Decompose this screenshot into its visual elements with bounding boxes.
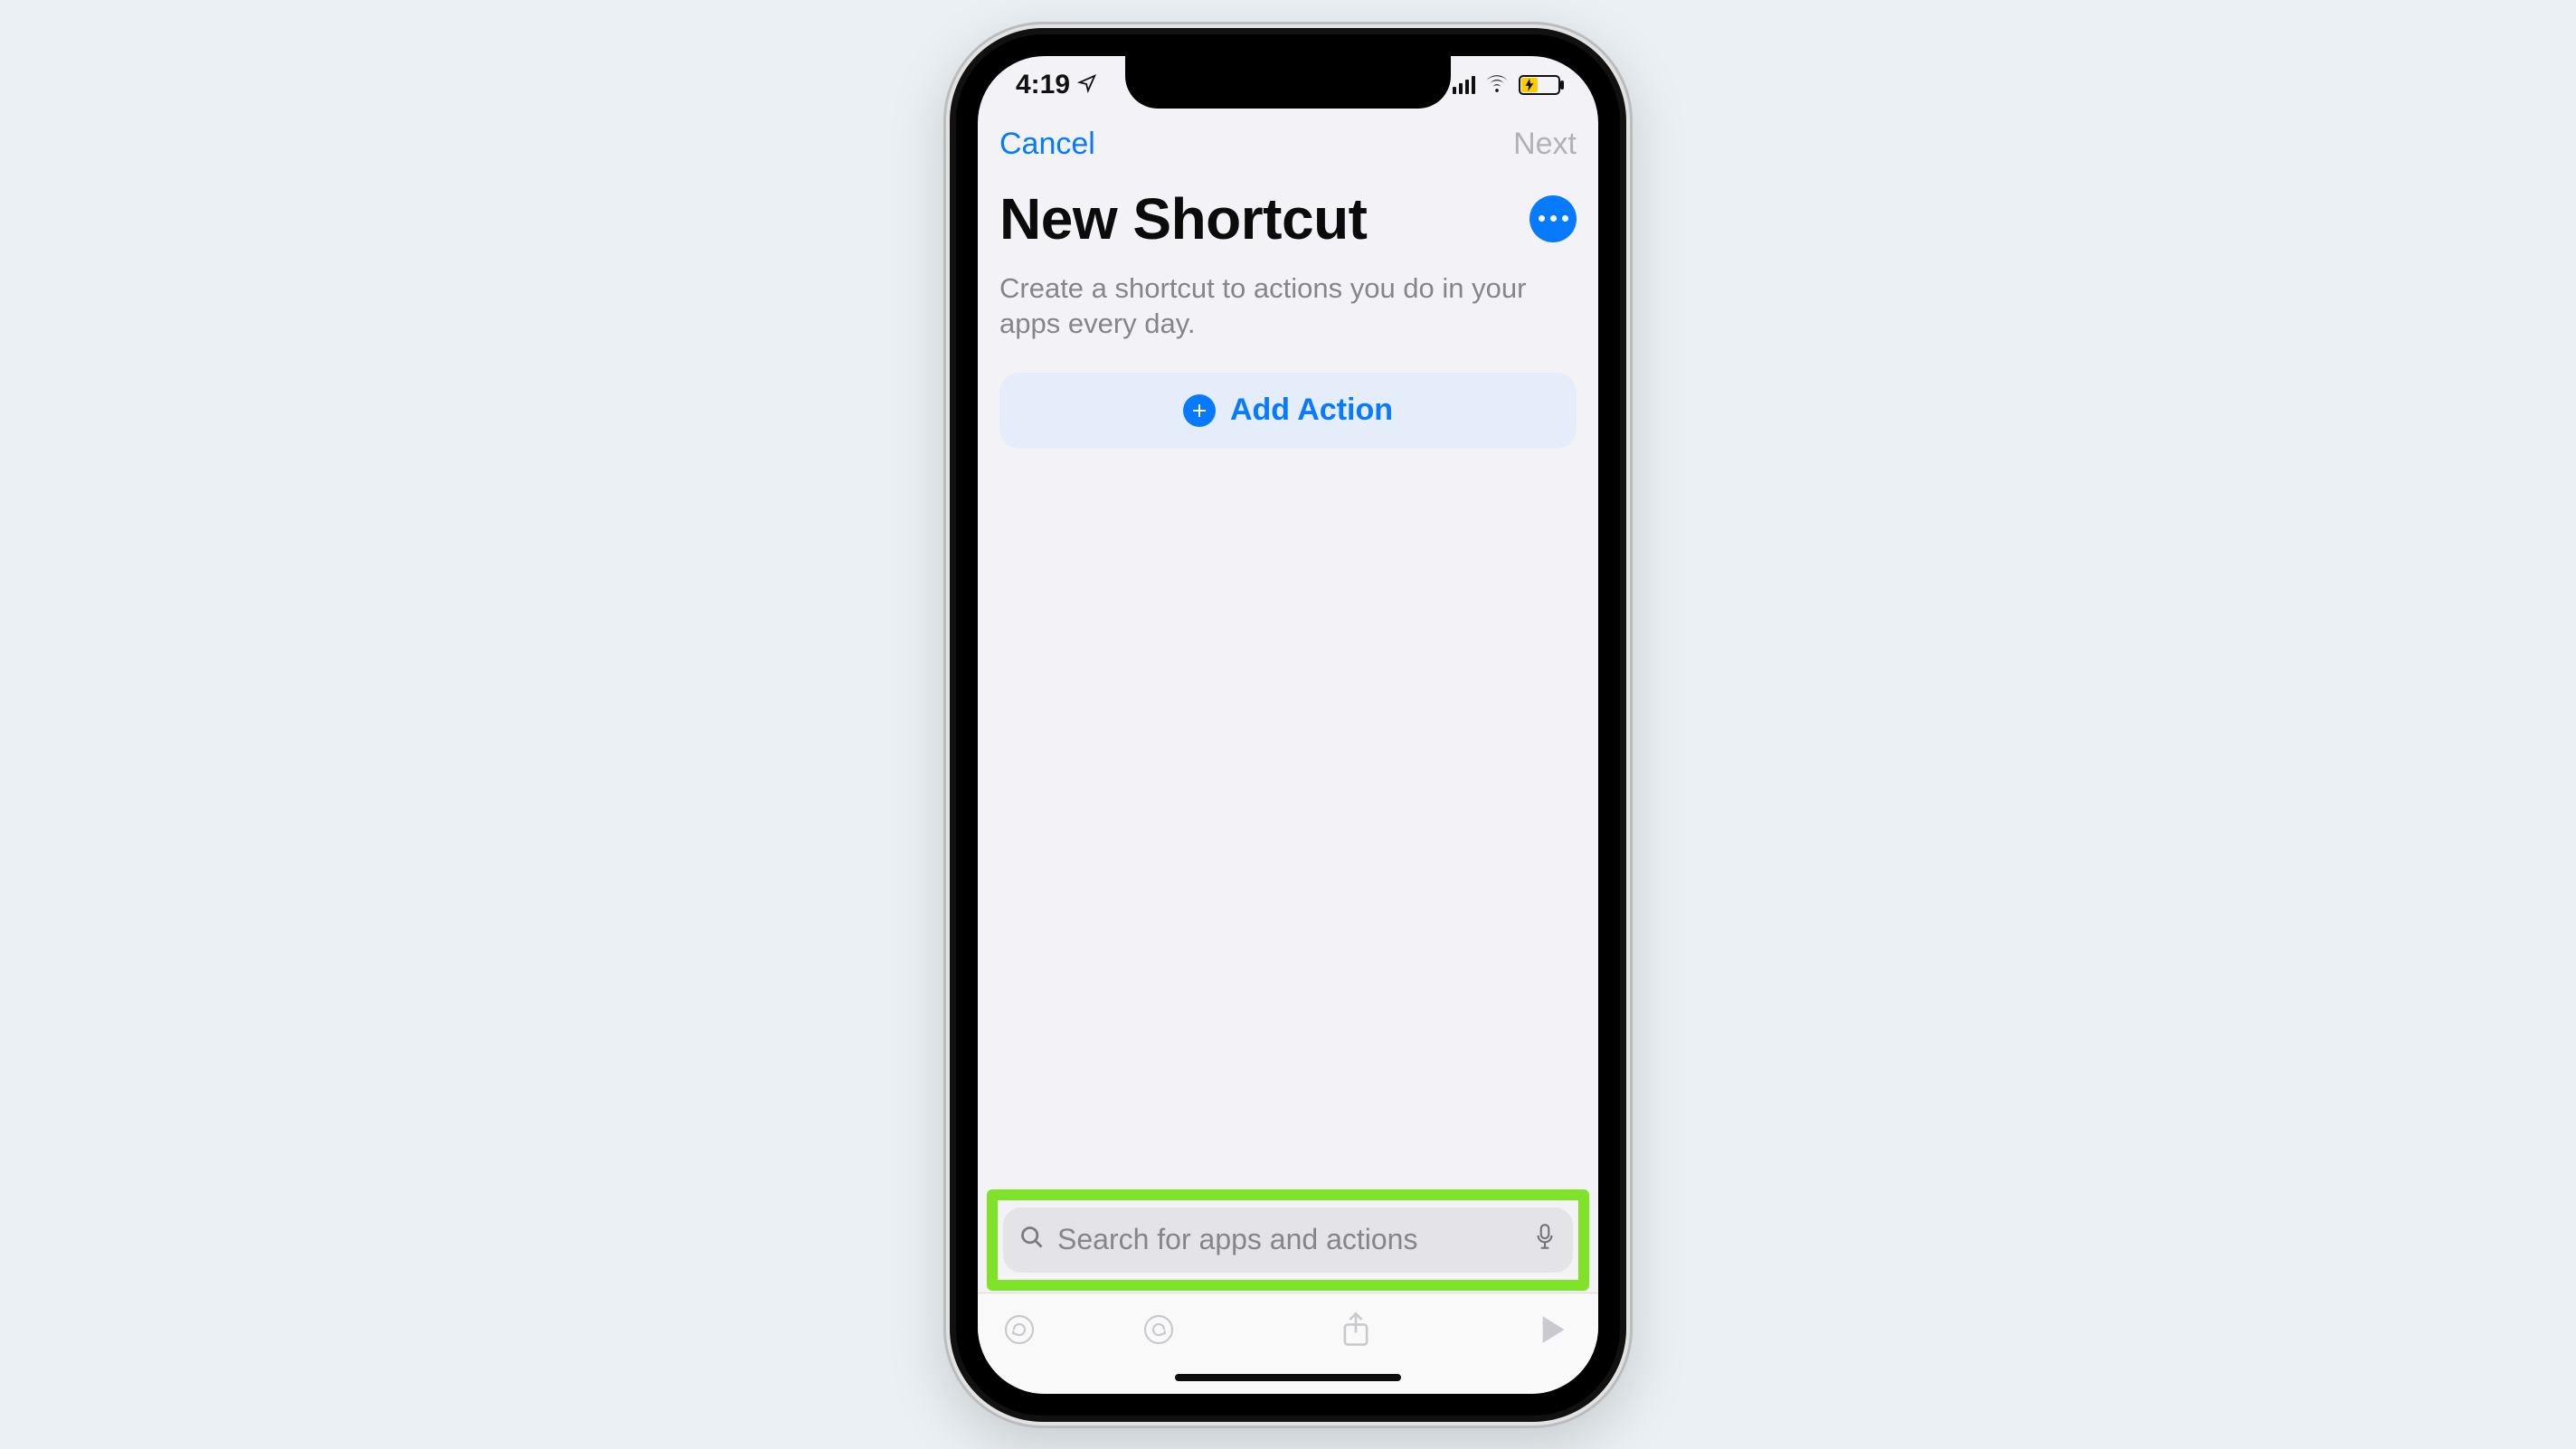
status-right <box>1453 70 1560 100</box>
undo-button[interactable] <box>999 1312 1039 1348</box>
search-input[interactable]: Search for apps and actions <box>1003 1208 1573 1273</box>
phone-screen: 4:19 <box>978 56 1598 1394</box>
search-highlight-annotation: Search for apps and actions <box>987 1189 1589 1291</box>
home-indicator[interactable] <box>1175 1374 1401 1381</box>
search-icon <box>1019 1225 1045 1255</box>
battery-charging-icon <box>1519 75 1560 95</box>
wifi-icon <box>1484 70 1510 100</box>
plus-circle-icon <box>1183 394 1216 427</box>
title-row: New Shortcut <box>978 169 1598 258</box>
more-ellipsis-icon <box>1536 215 1571 222</box>
notch <box>1125 56 1451 109</box>
microphone-icon[interactable] <box>1533 1223 1557 1256</box>
redo-button[interactable] <box>1139 1312 1179 1348</box>
nav-bar: Cancel Next <box>978 114 1598 169</box>
status-time: 4:19 <box>1016 70 1070 100</box>
status-left: 4:19 <box>1016 70 1097 100</box>
add-action-label: Add Action <box>1230 393 1393 428</box>
add-action-button[interactable]: Add Action <box>999 373 1577 449</box>
share-button[interactable] <box>1336 1311 1376 1349</box>
next-button[interactable]: Next <box>1513 127 1577 162</box>
cellular-bars-icon <box>1453 76 1475 94</box>
screen-content: Cancel Next New Shortcut Create a shortc… <box>978 56 1598 1394</box>
cancel-button[interactable]: Cancel <box>999 127 1095 162</box>
page-title: New Shortcut <box>999 185 1367 252</box>
phone-device-mock: 4:19 <box>943 22 1633 1428</box>
bottom-toolbar <box>978 1293 1598 1394</box>
more-button[interactable] <box>1530 195 1577 242</box>
play-button[interactable] <box>1533 1314 1573 1345</box>
page-subtitle: Create a shortcut to actions you do in y… <box>978 258 1598 342</box>
location-arrow-icon <box>1077 70 1097 100</box>
search-placeholder: Search for apps and actions <box>1057 1223 1520 1256</box>
